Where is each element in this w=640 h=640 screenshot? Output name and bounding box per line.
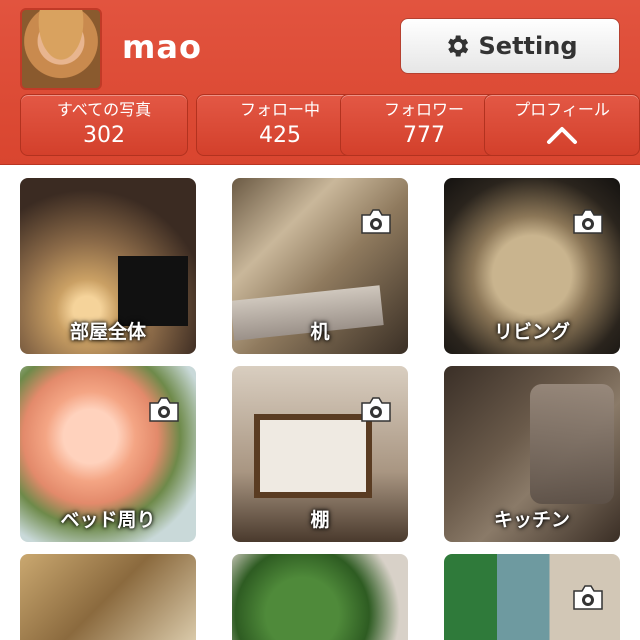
chevron-up-icon [547, 127, 577, 144]
camera-icon [361, 397, 391, 422]
album-tile[interactable] [232, 554, 408, 640]
camera-icon [573, 585, 603, 610]
stat-title: すべての写真 [56, 100, 152, 119]
album-tile[interactable]: 部屋全体 [20, 178, 196, 354]
setting-label: Setting [478, 32, 578, 60]
stat-title: フォロー中 [239, 100, 320, 119]
frame-shape [254, 414, 372, 498]
album-label: リビング [493, 321, 570, 343]
stat-following[interactable]: フォロー中 425 [196, 94, 364, 156]
album-label: 机 [310, 321, 330, 343]
album-tile[interactable] [444, 554, 620, 640]
stat-value: 777 [403, 123, 445, 148]
camera-icon [149, 397, 179, 422]
camera-icon [573, 209, 603, 234]
album-label: 棚 [310, 509, 330, 531]
username: mao [122, 28, 202, 66]
stat-title: プロフィール [514, 100, 610, 119]
album-label: ベッド周り [60, 509, 156, 531]
stats-bar: すべての写真 302 フォロー中 425 フォロワー 777 プロフィール [20, 94, 640, 156]
album-grid: 部屋全体 机 リビング ベッド周り 棚 キッチン [0, 165, 640, 640]
camera-icon [361, 209, 391, 234]
album-tile[interactable]: 棚 [232, 366, 408, 542]
jar-shape [530, 384, 614, 504]
stat-followers[interactable]: フォロワー 777 [340, 94, 508, 156]
album-label: キッチン [493, 509, 570, 531]
stat-all-photos[interactable]: すべての写真 302 [20, 94, 188, 156]
album-tile[interactable]: リビング [444, 178, 620, 354]
avatar[interactable] [20, 8, 102, 90]
album-tile[interactable]: 机 [232, 178, 408, 354]
gear-icon [447, 35, 468, 57]
album-tile[interactable]: キッチン [444, 366, 620, 542]
tv-shape [118, 256, 188, 326]
album-label: 部屋全体 [69, 321, 146, 343]
stat-profile[interactable]: プロフィール [484, 94, 640, 156]
stat-title: フォロワー [383, 100, 464, 119]
album-tile[interactable]: ベッド周り [20, 366, 196, 542]
setting-button[interactable]: Setting [400, 18, 620, 74]
profile-header: mao Setting すべての写真 302 フォロー中 425 フォロワー 7… [0, 0, 640, 165]
stat-value: 425 [259, 123, 301, 148]
stat-value: 302 [83, 123, 125, 148]
album-tile[interactable] [20, 554, 196, 640]
